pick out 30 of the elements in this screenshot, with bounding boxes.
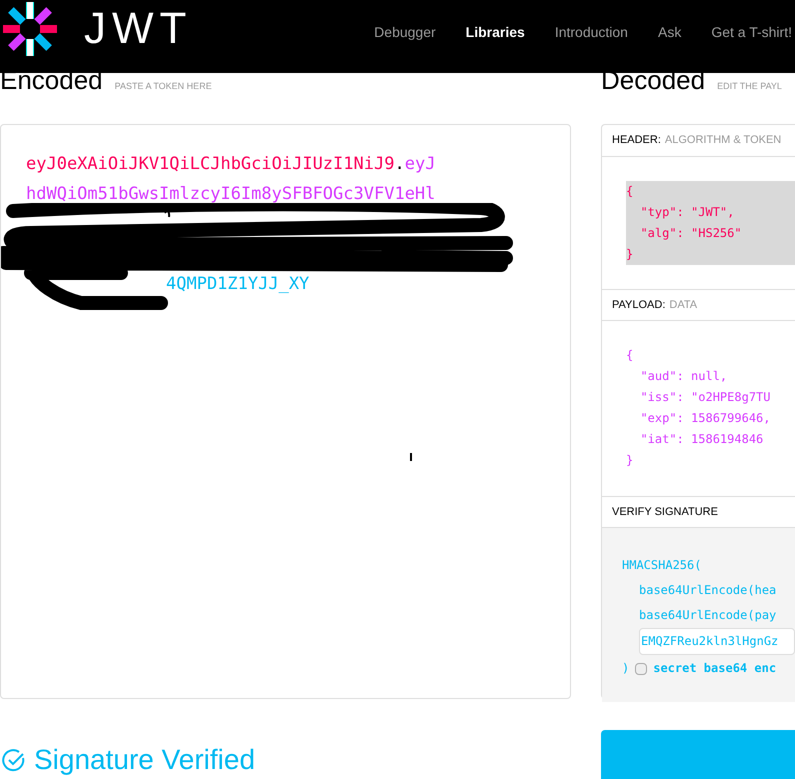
section-subtitle: ALGORITHM & TOKEN [664, 133, 782, 148]
starburst-logo-icon [0, 2, 60, 56]
section-label: HEADER: [612, 133, 661, 148]
encoded-hint: PASTE A TOKEN HERE [114, 80, 212, 93]
decoded-hint: EDIT THE PAYL [717, 80, 782, 93]
function-text: base64UrlEncode(hea [639, 582, 776, 599]
check-circle-icon [2, 748, 26, 772]
status-text: Signature Verified [34, 743, 256, 777]
token-text: hdWQiOm51bGwsImlzcyI6Im8ySFBFOGc3VFV1eHl [26, 184, 436, 204]
section-subtitle: DATA [669, 298, 698, 313]
token-editor[interactable]: eyJ0eXAiOiJKV1QiLCJhbGciOiJIUzI1NiJ9.eyJ hdWQiOm51bGwsImlzcyI6Im8ySFBFOGc3VFV1eHl 4QMPD1Z1YJJ_XY [0, 124, 571, 699]
nav-link[interactable]: Introduction [554, 22, 628, 43]
function-text: HMACSHA256( [622, 557, 702, 574]
checkbox-label: secret base64 enc [653, 660, 776, 677]
token-text: eyJ0eXAiOiJKV1QiLCJhbGciOiJIUzI1NiJ9 [26, 154, 394, 174]
section-label: PAYLOAD: [612, 298, 666, 313]
logo-wordmark: JWT [84, 6, 192, 50]
nav-link[interactable]: Get a T-shirt! [711, 22, 792, 43]
function-text: ) [622, 660, 630, 677]
payload-json[interactable]: { "aud": null, "iss": "o2HPE8g7TU "exp": 1586799646, "iat": 1586194846 } [602, 321, 795, 496]
token-text: 4QMPD1Z1YJJ_XY [166, 274, 310, 294]
function-text: base64UrlEncode(pay [639, 607, 776, 624]
secret-checkbox[interactable] [635, 662, 648, 674]
section-label: VERIFY SIGNATURE [612, 504, 718, 520]
nav-link[interactable]: Ask [658, 22, 682, 43]
text-cursor [410, 453, 412, 461]
token-text: eyJ [404, 154, 436, 174]
token-text: . [394, 154, 405, 174]
nav-link[interactable]: Libraries [466, 22, 525, 43]
nav-link[interactable]: Debugger [374, 22, 436, 43]
